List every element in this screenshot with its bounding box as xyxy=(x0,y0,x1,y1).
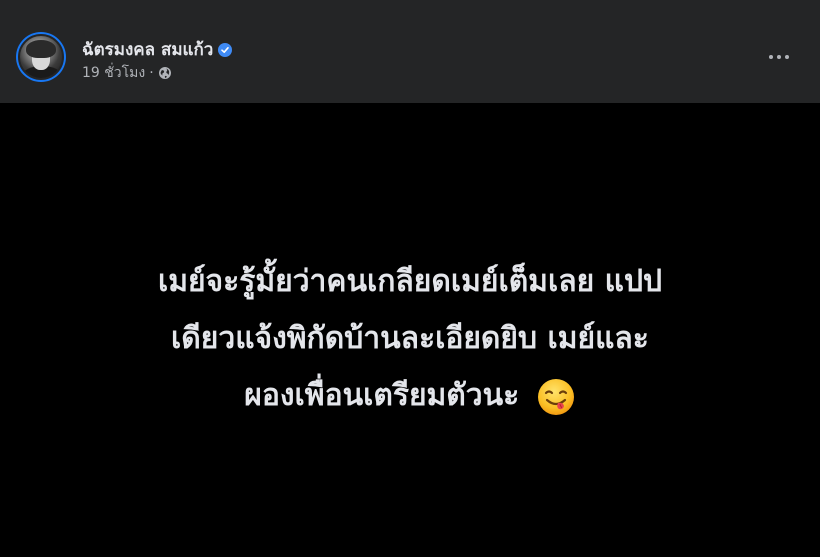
more-dot xyxy=(785,55,789,59)
meta-separator: · xyxy=(149,65,154,81)
post-header: ฉัตรมงคล สมแก้ว 19 ชั่วโมง · xyxy=(0,0,820,103)
author-row: ฉัตรมงคล สมแก้ว xyxy=(82,36,233,63)
more-options-icon[interactable] xyxy=(764,44,794,70)
more-dot xyxy=(769,55,773,59)
avatar[interactable] xyxy=(16,32,66,82)
facebook-post-card: ฉัตรมงคล สมแก้ว 19 ชั่วโมง · เมย์จะรู้มั… xyxy=(0,0,820,557)
verified-badge-icon xyxy=(218,42,233,57)
author-name[interactable]: ฉัตรมงคล สมแก้ว xyxy=(82,36,213,63)
post-text-line-last: ผองเพื่อนเตรียมตัวนะ xyxy=(30,367,790,424)
avatar-hair xyxy=(26,40,56,58)
post-text-line: เมย์จะรู้มั้ยว่าคนเกลียดเมย์เต็มเลย แปป xyxy=(157,264,663,299)
smiling-face-tongue-emoji xyxy=(536,377,576,417)
post-meta: 19 ชั่วโมง · xyxy=(82,62,172,84)
post-time[interactable]: 19 ชั่วโมง xyxy=(82,62,145,84)
post-text: เมย์จะรู้มั้ยว่าคนเกลียดเมย์เต็มเลย แปป … xyxy=(30,253,790,424)
post-body: เมย์จะรู้มั้ยว่าคนเกลียดเมย์เต็มเลย แปป … xyxy=(0,103,820,557)
globe-icon[interactable] xyxy=(158,66,172,80)
avatar-photo xyxy=(18,34,64,80)
post-text-line: ผองเพื่อนเตรียมตัวนะ xyxy=(244,378,520,413)
more-dot xyxy=(777,55,781,59)
post-text-line: เดียวแจ้งพิกัดบ้านละเอียดยิบ เมย์และ xyxy=(171,321,649,356)
